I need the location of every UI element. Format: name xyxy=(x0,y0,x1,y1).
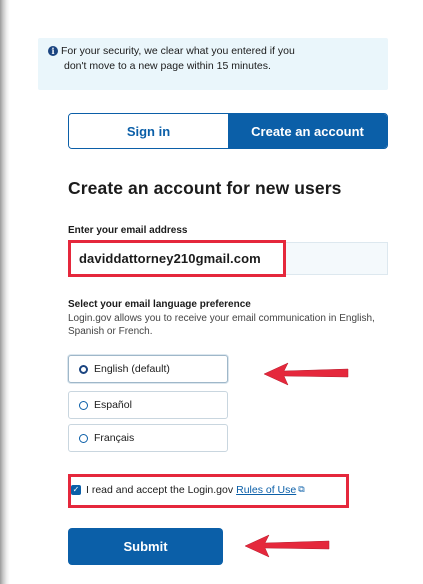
tab-sign-in[interactable]: Sign in xyxy=(69,114,228,148)
security-alert: i For your security, we clear what you en… xyxy=(38,38,388,90)
info-icon: i xyxy=(48,46,58,56)
page-title: Create an account for new users xyxy=(68,178,342,198)
submit-button[interactable]: Submit xyxy=(68,528,223,565)
radio-english-label: English (default) xyxy=(94,363,170,375)
radio-selected-icon xyxy=(79,364,88,374)
language-label: Select your email language preference xyxy=(68,299,251,310)
accept-rules-row: ✓ I read and accept the Login.gov Rules … xyxy=(71,484,305,496)
radio-spanish-label: Español xyxy=(94,399,132,411)
alert-line-2: don't move to a new page within 15 minut… xyxy=(64,60,271,72)
radio-french-label: Français xyxy=(94,432,135,444)
email-label: Enter your email address xyxy=(68,225,188,236)
radio-french[interactable]: Français xyxy=(68,424,228,452)
tab-create-account[interactable]: Create an account xyxy=(228,114,387,148)
arrow-pointer-icon xyxy=(263,362,349,386)
radio-unselected-icon xyxy=(79,400,88,410)
alert-line-1: For your security, we clear what you ent… xyxy=(61,45,295,57)
email-value-highlight[interactable]: daviddattorney210gmail.com xyxy=(68,240,286,277)
radio-unselected-icon xyxy=(79,433,88,443)
language-help-text: Login.gov allows you to receive your ema… xyxy=(68,313,375,337)
external-link-icon: ⧉ xyxy=(298,485,305,495)
radio-english[interactable]: English (default) xyxy=(68,355,228,383)
window-left-edge xyxy=(0,0,10,584)
email-value: daviddattorney210gmail.com xyxy=(79,251,261,266)
checkbox-checked-icon[interactable]: ✓ xyxy=(71,485,81,495)
account-tabs: Sign in Create an account xyxy=(68,113,388,149)
accept-text: I read and accept the Login.gov xyxy=(86,484,234,496)
rules-of-use-link[interactable]: Rules of Use xyxy=(236,484,296,496)
radio-spanish[interactable]: Español xyxy=(68,391,228,419)
arrow-pointer-icon xyxy=(244,534,330,558)
